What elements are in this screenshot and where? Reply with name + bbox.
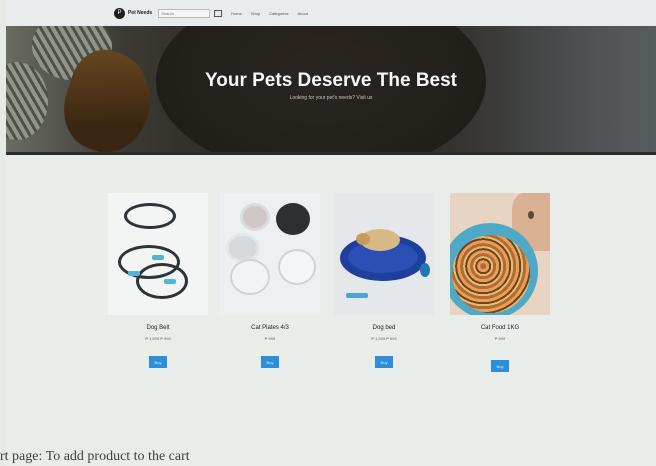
brand-name: Pet Needs xyxy=(128,10,153,16)
nav-link-categories[interactable]: Categories xyxy=(269,11,288,16)
buy-button[interactable]: Buy xyxy=(149,356,167,368)
product-price: ₱ 1,599 ₱ 999 xyxy=(371,336,397,341)
hero-divider xyxy=(6,152,656,155)
product-image[interactable] xyxy=(108,193,208,315)
product-card-cat-food: Cat Food 1KG ₱ 599 Buy xyxy=(450,193,550,372)
product-card-dog-bed: Dog bed ₱ 1,599 ₱ 999 Buy xyxy=(334,193,434,368)
product-name: Dog Belt xyxy=(146,325,170,331)
buy-button[interactable]: Buy xyxy=(491,360,509,372)
product-card-dog-belt: Dog Belt ₱ 1,599 ₱ 999 Buy xyxy=(108,193,208,368)
top-navbar: P Pet Needs Home Shop Categories About xyxy=(6,0,656,26)
product-card-cat-plates: Cat Plates 4/3 ₱ 999 Buy xyxy=(220,193,320,368)
buy-button[interactable]: Buy xyxy=(375,356,393,368)
product-price: ₱ 1,599 ₱ 999 xyxy=(145,336,171,341)
browser-screen: P Pet Needs Home Shop Categories About Y… xyxy=(6,0,656,466)
hero-subtitle: Looking for your pet's needs? Visit us xyxy=(289,95,373,101)
nav-link-about[interactable]: About xyxy=(298,11,308,16)
search-input[interactable] xyxy=(158,8,211,18)
nav-links: Home Shop Categories About xyxy=(214,9,308,17)
product-price: ₱ 999 xyxy=(264,336,276,341)
caption-text: rt page: To add product to the cart xyxy=(0,449,190,464)
buy-button[interactable]: Buy xyxy=(261,356,279,368)
product-price: ₱ 599 xyxy=(494,336,506,341)
brand-logo[interactable]: P Pet Needs xyxy=(114,7,153,19)
hero-banner: Your Pets Deserve The Best Looking for y… xyxy=(6,26,656,154)
nav-link-home[interactable]: Home xyxy=(231,11,242,16)
paw-logo-icon: P xyxy=(114,7,125,19)
product-name: Cat Plates 4/3 xyxy=(251,325,289,331)
product-name: Cat Food 1KG xyxy=(480,325,520,331)
product-image[interactable] xyxy=(220,193,320,315)
nav-link-shop[interactable]: Shop xyxy=(251,11,260,16)
hero-title: Your Pets Deserve The Best xyxy=(204,70,458,91)
product-image[interactable] xyxy=(450,193,550,315)
cart-icon[interactable] xyxy=(214,9,223,17)
product-name: Dog bed xyxy=(372,325,396,331)
product-image[interactable] xyxy=(334,193,434,315)
